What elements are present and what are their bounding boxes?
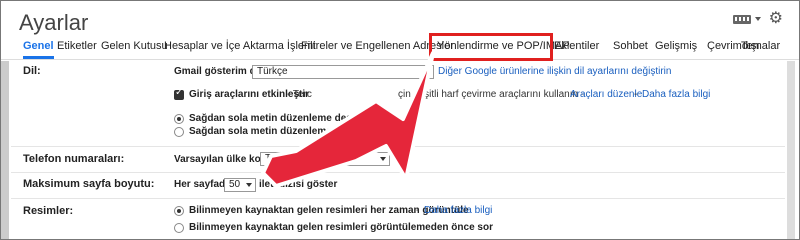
tab-hesaplar[interactable]: Hesaplar ve İçe Aktarma İşlemi [164,40,316,52]
chevron-down-icon[interactable] [754,17,761,21]
left-panel-edge [1,61,9,239]
language-label: Dil: [23,65,41,77]
images-learn-more-link[interactable]: Daha fazla bilgi [424,205,492,216]
tab-gelismis[interactable]: Gelişmiş [655,40,697,52]
rtl-on-label: Sağdan sola metin düzenleme [189,126,332,137]
tab-genel[interactable]: Genel [23,40,54,59]
page-size-suffix: ileti dizisi göster [259,179,338,190]
images-label: Resimler: [23,205,74,217]
edit-tools-link[interactable]: Araçları düzenle [570,89,642,100]
gear-icon[interactable]: ⚙ [769,11,783,27]
separator: - [416,205,420,216]
change-language-link[interactable]: Diğer Google ürünlerine ilişkin dil ayar… [438,66,671,77]
rtl-off-radio[interactable] [174,114,184,124]
page-size-value: 50 [229,179,241,190]
tab-sohbet[interactable]: Sohbet [613,40,648,52]
chevron-down-icon [380,157,386,161]
language-select-value: Türkçe [257,66,288,77]
input-tools-desc-b: çin çeşitli harf çevirme araçlarını kull… [398,89,585,100]
highlight-box [429,33,553,61]
page-size-prefix: Her sayfada [174,179,231,190]
tab-etiketler[interactable]: Etiketler [57,40,97,52]
language-select[interactable]: Türkçe [252,65,434,79]
phone-label: Telefon numaraları: [23,153,125,165]
separator: - [634,89,638,100]
divider [11,172,785,173]
page-size-select[interactable]: 50 [224,178,256,192]
tab-eklentiler[interactable]: Eklentiler [554,40,599,52]
images-ask-label: Bilinmeyen kaynaktan gelen resimleri gör… [189,222,493,233]
settings-tabs: Genel Etiketler Gelen Kutusu Hesaplar ve… [1,35,799,60]
learn-more-link[interactable]: Daha fazla bilgi [642,89,710,100]
keyboard-icon[interactable] [732,14,751,24]
page-size-label: Maksimum sayfa boyutu: [23,178,155,190]
input-tools-desc-a: - Terc [287,89,312,100]
divider [11,146,785,147]
settings-window: Ayarlar ⚙ Genel Etiketler Gelen Kutusu H… [0,0,800,240]
country-code-value: Türk [265,153,285,164]
page-title: Ayarlar [19,10,89,35]
input-tools-checkbox[interactable] [174,87,184,100]
scrollbar[interactable] [787,61,795,239]
country-code-select[interactable]: Türk [260,152,390,166]
images-always-radio[interactable] [174,206,184,216]
tab-gelen-kutusu[interactable]: Gelen Kutusu [101,40,168,52]
chevron-down-icon [424,70,430,74]
rtl-off-label: Sağdan sola metin düzenleme des [189,113,352,124]
top-right-icons: ⚙ [732,11,783,27]
divider [11,198,785,199]
rtl-on-radio[interactable] [174,127,184,137]
images-ask-radio[interactable] [174,223,184,233]
tab-temalar[interactable]: Temalar [741,40,780,52]
chevron-down-icon [246,183,252,187]
